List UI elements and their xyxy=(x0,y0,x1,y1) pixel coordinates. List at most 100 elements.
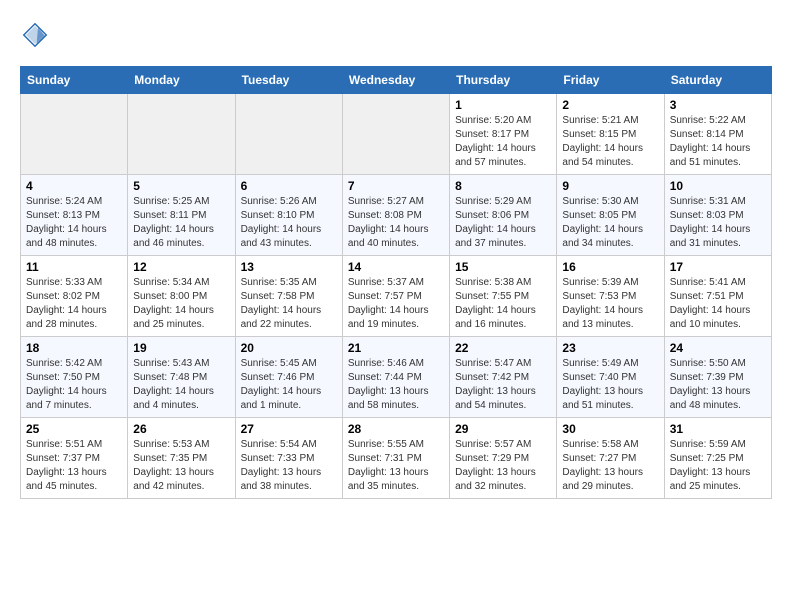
day-info: Sunrise: 5:27 AM Sunset: 8:08 PM Dayligh… xyxy=(348,195,444,251)
calendar-cell: 20Sunrise: 5:45 AM Sunset: 7:46 PM Dayli… xyxy=(235,337,342,418)
calendar-cell: 17 Sunrise: 5:41 AM Sunset: 7:51 PM Dayli… xyxy=(664,256,771,337)
calendar-week-5: 25 Sunrise: 5:51 AM Sunset: 7:37 PM Dayli… xyxy=(21,418,772,499)
day-info: Sunrise: 5:21 AM Sunset: 8:15 PM Dayligh… xyxy=(562,114,658,170)
day-number: 18 xyxy=(26,341,122,355)
day-info: Sunrise: 5:49 AM Sunset: 7:40 PM Dayligh… xyxy=(562,357,658,413)
day-number: 7 xyxy=(348,179,444,193)
day-info: Sunrise: 5:31 AM Sunset: 8:03 PM Dayligh… xyxy=(670,195,766,251)
day-number: 14 xyxy=(348,260,444,274)
calendar-cell: 1Sunrise: 5:20 AM Sunset: 8:17 PM Daylig… xyxy=(450,94,557,175)
weekday-sunday: Sunday xyxy=(21,67,128,94)
day-number: 28 xyxy=(348,422,444,436)
calendar-cell: 4Sunrise: 5:24 AM Sunset: 8:13 PM Daylig… xyxy=(21,175,128,256)
calendar-week-4: 18 Sunrise: 5:42 AM Sunset: 7:50 PM Dayli… xyxy=(21,337,772,418)
day-info: Sunrise: 5:41 AM Sunset: 7:51 PM Dayligh… xyxy=(670,276,766,332)
calendar-cell: 11 Sunrise: 5:33 AM Sunset: 8:02 PM Dayli… xyxy=(21,256,128,337)
calendar-cell: 26 Sunrise: 5:53 AM Sunset: 7:35 PM Dayli… xyxy=(128,418,235,499)
calendar-cell: 10 Sunrise: 5:31 AM Sunset: 8:03 PM Dayli… xyxy=(664,175,771,256)
day-number: 25 xyxy=(26,422,122,436)
weekday-wednesday: Wednesday xyxy=(342,67,449,94)
calendar-header: SundayMondayTuesdayWednesdayThursdayFrid… xyxy=(21,67,772,94)
calendar-cell: 5 Sunrise: 5:25 AM Sunset: 8:11 PM Daylig… xyxy=(128,175,235,256)
day-info: Sunrise: 5:51 AM Sunset: 7:37 PM Dayligh… xyxy=(26,438,122,494)
day-number: 5 xyxy=(133,179,229,193)
calendar-cell xyxy=(235,94,342,175)
calendar-cell: 31 Sunrise: 5:59 AM Sunset: 7:25 PM Dayli… xyxy=(664,418,771,499)
calendar-cell: 7 Sunrise: 5:27 AM Sunset: 8:08 PM Daylig… xyxy=(342,175,449,256)
day-number: 11 xyxy=(26,260,122,274)
calendar-table: SundayMondayTuesdayWednesdayThursdayFrid… xyxy=(20,66,772,499)
day-number: 27 xyxy=(241,422,337,436)
day-info: Sunrise: 5:59 AM Sunset: 7:25 PM Dayligh… xyxy=(670,438,766,494)
calendar-cell: 25 Sunrise: 5:51 AM Sunset: 7:37 PM Dayli… xyxy=(21,418,128,499)
day-number: 15 xyxy=(455,260,551,274)
weekday-header-row: SundayMondayTuesdayWednesdayThursdayFrid… xyxy=(21,67,772,94)
day-number: 29 xyxy=(455,422,551,436)
calendar-cell xyxy=(128,94,235,175)
day-info: Sunrise: 5:55 AM Sunset: 7:31 PM Dayligh… xyxy=(348,438,444,494)
calendar-cell: 8 Sunrise: 5:29 AM Sunset: 8:06 PM Daylig… xyxy=(450,175,557,256)
weekday-tuesday: Tuesday xyxy=(235,67,342,94)
day-info: Sunrise: 5:38 AM Sunset: 7:55 PM Dayligh… xyxy=(455,276,551,332)
day-number: 10 xyxy=(670,179,766,193)
calendar-cell: 22Sunrise: 5:47 AM Sunset: 7:42 PM Dayli… xyxy=(450,337,557,418)
logo xyxy=(20,20,56,50)
day-info: Sunrise: 5:24 AM Sunset: 8:13 PM Dayligh… xyxy=(26,195,122,251)
day-number: 9 xyxy=(562,179,658,193)
day-number: 19 xyxy=(133,341,229,355)
day-number: 2 xyxy=(562,98,658,112)
calendar-cell: 9 Sunrise: 5:30 AM Sunset: 8:05 PM Daylig… xyxy=(557,175,664,256)
calendar-body: 1Sunrise: 5:20 AM Sunset: 8:17 PM Daylig… xyxy=(21,94,772,499)
day-info: Sunrise: 5:29 AM Sunset: 8:06 PM Dayligh… xyxy=(455,195,551,251)
calendar-cell: 2 Sunrise: 5:21 AM Sunset: 8:15 PM Daylig… xyxy=(557,94,664,175)
generalblue-logo-icon xyxy=(20,20,50,50)
calendar-cell: 27 Sunrise: 5:54 AM Sunset: 7:33 PM Dayli… xyxy=(235,418,342,499)
day-number: 26 xyxy=(133,422,229,436)
calendar-cell: 3 Sunrise: 5:22 AM Sunset: 8:14 PM Daylig… xyxy=(664,94,771,175)
day-info: Sunrise: 5:34 AM Sunset: 8:00 PM Dayligh… xyxy=(133,276,229,332)
day-info: Sunrise: 5:22 AM Sunset: 8:14 PM Dayligh… xyxy=(670,114,766,170)
day-info: Sunrise: 5:25 AM Sunset: 8:11 PM Dayligh… xyxy=(133,195,229,251)
day-info: Sunrise: 5:42 AM Sunset: 7:50 PM Dayligh… xyxy=(26,357,122,413)
calendar-cell: 23 Sunrise: 5:49 AM Sunset: 7:40 PM Dayli… xyxy=(557,337,664,418)
calendar-cell: 15 Sunrise: 5:38 AM Sunset: 7:55 PM Dayli… xyxy=(450,256,557,337)
calendar-cell: 18 Sunrise: 5:42 AM Sunset: 7:50 PM Dayli… xyxy=(21,337,128,418)
day-info: Sunrise: 5:50 AM Sunset: 7:39 PM Dayligh… xyxy=(670,357,766,413)
calendar-week-3: 11 Sunrise: 5:33 AM Sunset: 8:02 PM Dayli… xyxy=(21,256,772,337)
calendar-cell: 30Sunrise: 5:58 AM Sunset: 7:27 PM Dayli… xyxy=(557,418,664,499)
day-info: Sunrise: 5:57 AM Sunset: 7:29 PM Dayligh… xyxy=(455,438,551,494)
day-number: 31 xyxy=(670,422,766,436)
day-info: Sunrise: 5:26 AM Sunset: 8:10 PM Dayligh… xyxy=(241,195,337,251)
calendar-cell: 21 Sunrise: 5:46 AM Sunset: 7:44 PM Dayli… xyxy=(342,337,449,418)
day-number: 24 xyxy=(670,341,766,355)
calendar-cell: 13Sunrise: 5:35 AM Sunset: 7:58 PM Dayli… xyxy=(235,256,342,337)
calendar-cell: 24 Sunrise: 5:50 AM Sunset: 7:39 PM Dayli… xyxy=(664,337,771,418)
day-number: 16 xyxy=(562,260,658,274)
weekday-monday: Monday xyxy=(128,67,235,94)
day-number: 22 xyxy=(455,341,551,355)
day-number: 8 xyxy=(455,179,551,193)
calendar-cell xyxy=(21,94,128,175)
day-number: 23 xyxy=(562,341,658,355)
day-info: Sunrise: 5:53 AM Sunset: 7:35 PM Dayligh… xyxy=(133,438,229,494)
day-number: 30 xyxy=(562,422,658,436)
weekday-friday: Friday xyxy=(557,67,664,94)
day-info: Sunrise: 5:43 AM Sunset: 7:48 PM Dayligh… xyxy=(133,357,229,413)
day-number: 3 xyxy=(670,98,766,112)
day-info: Sunrise: 5:45 AM Sunset: 7:46 PM Dayligh… xyxy=(241,357,337,413)
day-info: Sunrise: 5:35 AM Sunset: 7:58 PM Dayligh… xyxy=(241,276,337,332)
day-number: 21 xyxy=(348,341,444,355)
day-number: 6 xyxy=(241,179,337,193)
day-info: Sunrise: 5:20 AM Sunset: 8:17 PM Dayligh… xyxy=(455,114,551,170)
calendar-cell: 19 Sunrise: 5:43 AM Sunset: 7:48 PM Dayli… xyxy=(128,337,235,418)
calendar-cell xyxy=(342,94,449,175)
weekday-thursday: Thursday xyxy=(450,67,557,94)
page-header xyxy=(20,20,772,50)
day-info: Sunrise: 5:46 AM Sunset: 7:44 PM Dayligh… xyxy=(348,357,444,413)
day-info: Sunrise: 5:54 AM Sunset: 7:33 PM Dayligh… xyxy=(241,438,337,494)
day-info: Sunrise: 5:33 AM Sunset: 8:02 PM Dayligh… xyxy=(26,276,122,332)
calendar-cell: 16Sunrise: 5:39 AM Sunset: 7:53 PM Dayli… xyxy=(557,256,664,337)
day-number: 17 xyxy=(670,260,766,274)
day-info: Sunrise: 5:30 AM Sunset: 8:05 PM Dayligh… xyxy=(562,195,658,251)
day-number: 12 xyxy=(133,260,229,274)
